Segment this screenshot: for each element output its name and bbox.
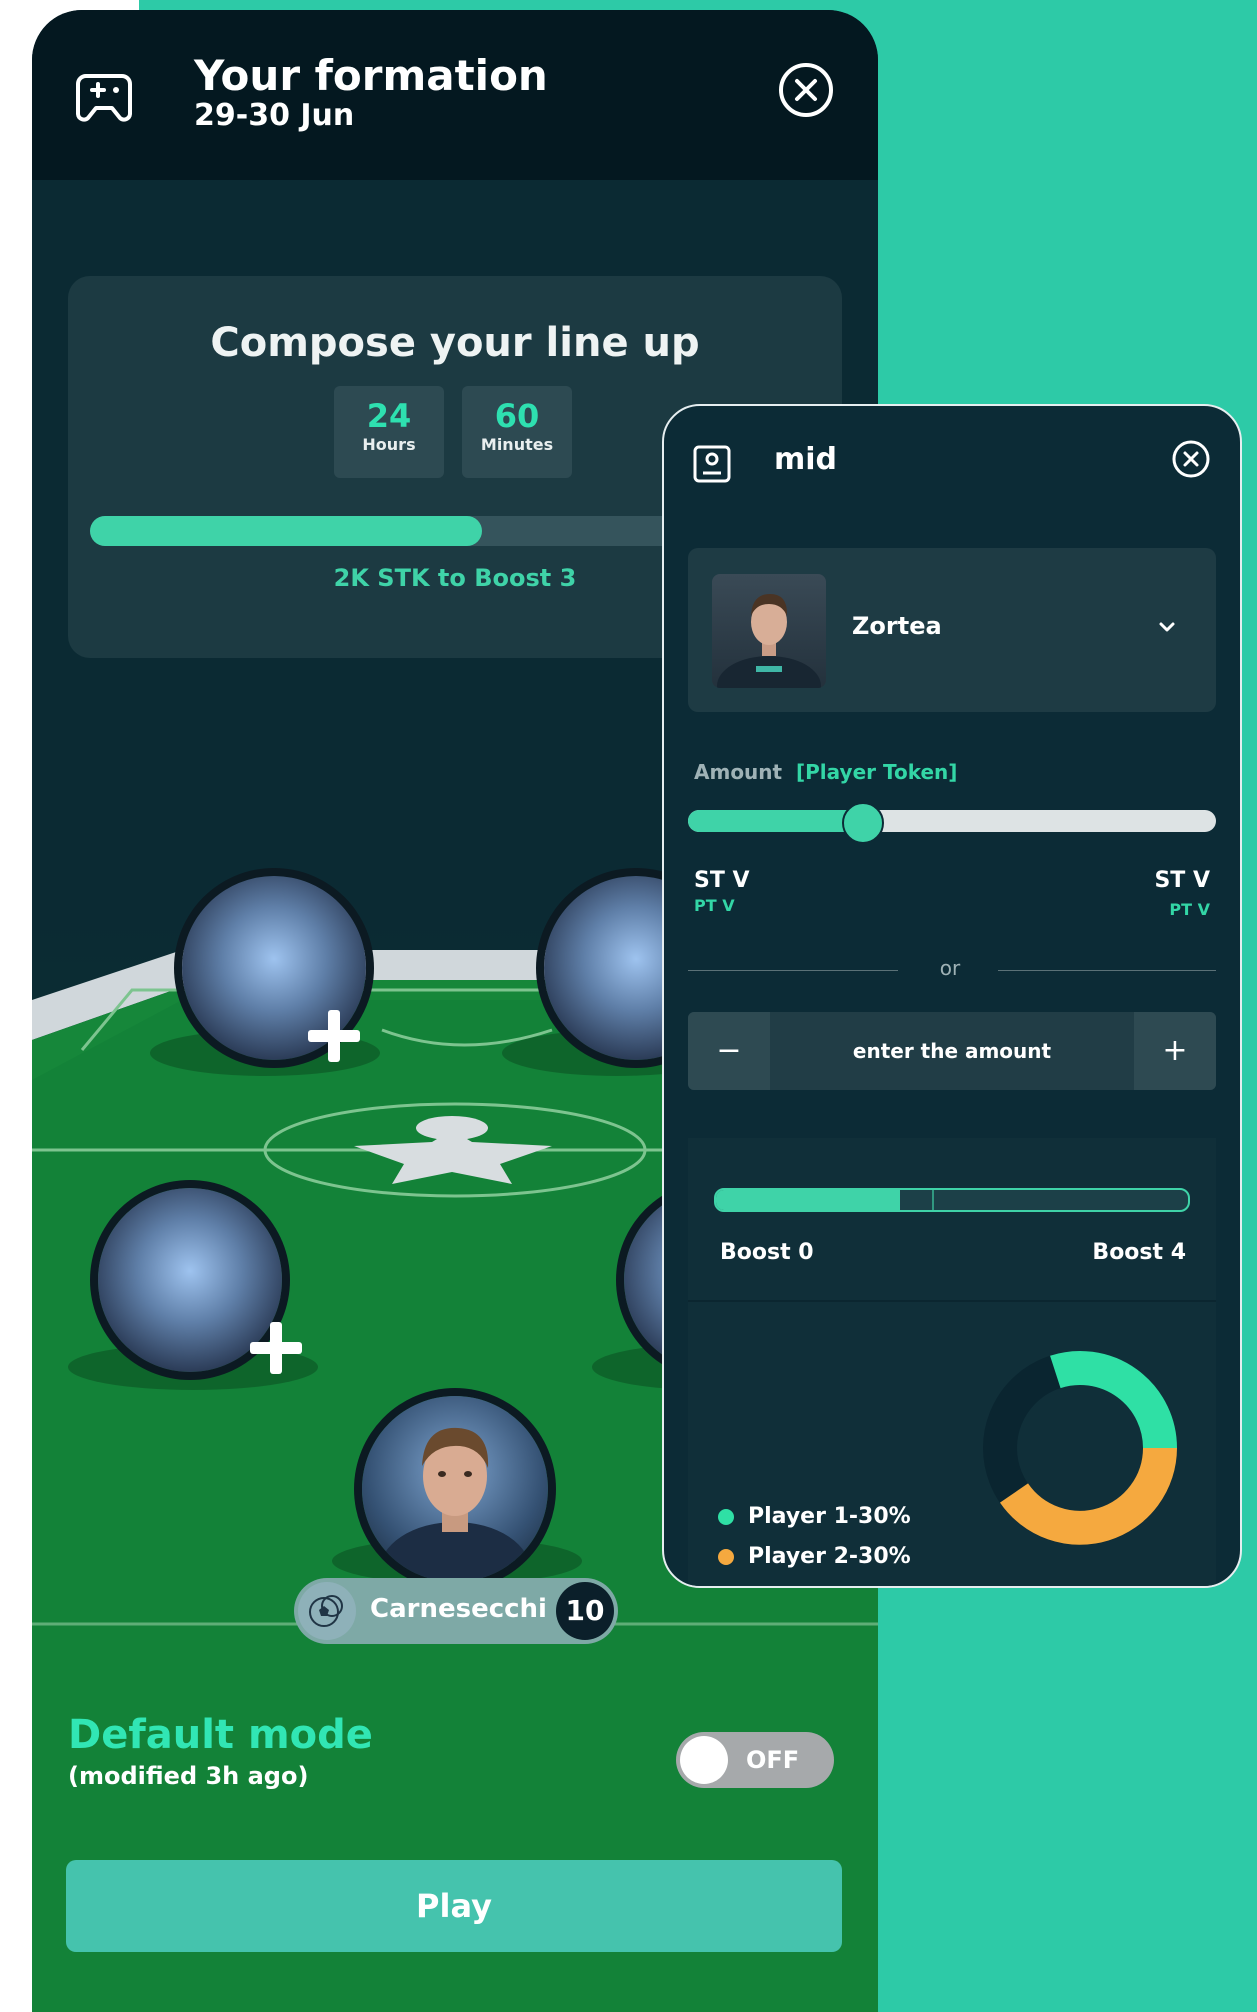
page-date: 29-30 Jun: [194, 98, 355, 133]
amount-slider[interactable]: [688, 802, 1216, 844]
divider: [998, 970, 1216, 971]
position-detail-card: mid Zortea Amount [Player Token] ST V PT…: [662, 404, 1242, 1588]
player-number: 10: [556, 1582, 614, 1640]
amount-token-type: [Player Token]: [796, 760, 958, 784]
mode-title: Default mode: [68, 1712, 373, 1758]
player-avatar[interactable]: [362, 1396, 548, 1582]
amount-label: Amount: [694, 760, 783, 784]
page-title: Your formation: [194, 51, 548, 100]
boost-segment-divider: [932, 1190, 934, 1210]
divider: [688, 1300, 1216, 1302]
minutes-timer: 60 Minutes: [462, 386, 572, 478]
decrease-button[interactable]: −: [688, 1012, 770, 1090]
legend-item: Player 1-30%: [718, 1504, 911, 1529]
boost-level-fill: [716, 1190, 901, 1210]
player-card-icon: [693, 445, 731, 483]
toggle-label: OFF: [746, 1746, 800, 1774]
player-name: Carnesecchi: [370, 1594, 547, 1624]
screen-header: Your formation 29-30 Jun: [32, 10, 878, 180]
minutes-label: Minutes: [480, 435, 554, 454]
mode-toggle[interactable]: OFF: [676, 1732, 834, 1788]
donut-segment-player-2: [999, 1447, 1177, 1545]
toggle-knob: [680, 1736, 728, 1784]
increase-button[interactable]: +: [1134, 1012, 1216, 1090]
slider-fill: [688, 810, 863, 832]
player-thumbnail: [712, 574, 826, 688]
boost-panel: Boost 0 Boost 4 Player 1-30% Player 2-30…: [688, 1138, 1216, 1586]
add-player-plus-icon[interactable]: [302, 1004, 366, 1068]
donut-segment-player-1: [1050, 1351, 1177, 1449]
player-photo: [379, 1427, 531, 1582]
minutes-value: 60: [494, 397, 540, 435]
legend-color-dot: [718, 1549, 734, 1565]
legend-color-dot: [718, 1509, 734, 1525]
add-player-plus-icon[interactable]: [244, 1316, 308, 1380]
or-separator: or: [939, 956, 961, 980]
play-button[interactable]: Play: [66, 1860, 842, 1952]
slider-handle[interactable]: [842, 802, 885, 844]
football-icon: [298, 1582, 356, 1640]
range-max-pt: PT V: [1169, 900, 1210, 919]
amount-stepper: − enter the amount +: [688, 1012, 1216, 1090]
legend-label: Player 1-30%: [748, 1504, 911, 1529]
distribution-donut-chart: [983, 1351, 1177, 1545]
boost-progress-fill: [90, 516, 483, 546]
amount-input[interactable]: enter the amount: [770, 1012, 1134, 1090]
player-name-tag[interactable]: Carnesecchi 10: [294, 1578, 618, 1644]
compose-title: Compose your line up: [210, 320, 700, 366]
range-min-st: ST V: [694, 868, 750, 893]
gamepad-icon: [76, 74, 132, 122]
selected-player-name: Zortea: [852, 612, 942, 640]
range-min-pt: PT V: [694, 896, 735, 915]
hours-label: Hours: [362, 435, 416, 454]
range-max-st: ST V: [1154, 868, 1210, 893]
chevron-down-icon: [1159, 622, 1175, 632]
close-icon[interactable]: [1170, 438, 1212, 480]
boost-min-label: Boost 0: [720, 1240, 814, 1265]
position-title: mid: [774, 442, 838, 477]
divider: [688, 970, 898, 971]
boost-level-bar: [714, 1188, 1190, 1212]
player-select-dropdown[interactable]: Zortea: [688, 548, 1216, 712]
legend-label: Player 2-30%: [748, 1544, 911, 1569]
legend-item: Player 2-30%: [718, 1544, 911, 1569]
hours-timer: 24 Hours: [334, 386, 444, 478]
mode-modified-time: (modified 3h ago): [68, 1762, 309, 1790]
close-icon[interactable]: [776, 60, 836, 120]
hours-value: 24: [366, 397, 412, 435]
boost-max-label: Boost 4: [1092, 1240, 1186, 1265]
